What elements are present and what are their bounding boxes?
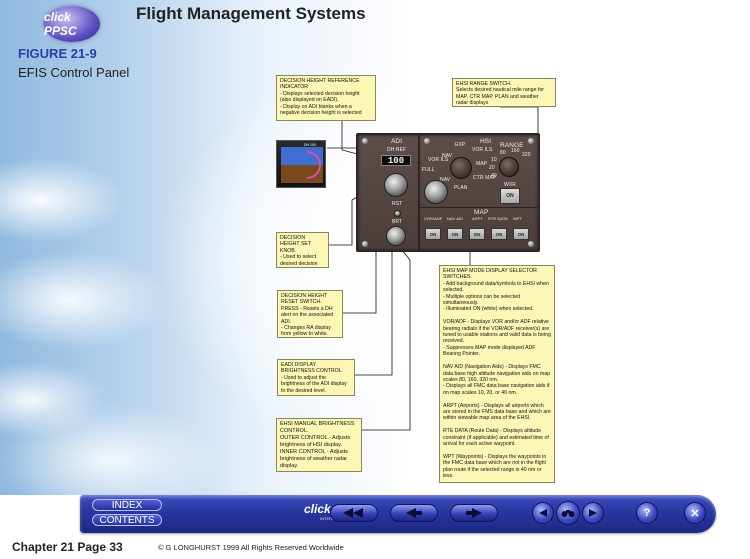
mode-label-plan: PLAN (454, 185, 468, 191)
callout-ehsi-brightness: EHSI MANUAL BRIGHTNESS CONTROL. OUTER CO… (276, 418, 362, 472)
dh-set-knob[interactable] (384, 173, 408, 197)
hsi-mode-selector-knob[interactable] (450, 157, 472, 179)
range-label-320: 320 (522, 152, 531, 158)
screw-icon (362, 241, 368, 247)
right-arrow-icon (466, 508, 482, 518)
chapter-page: Chapter 21 Page 33 (12, 540, 123, 554)
next-small-button[interactable] (582, 502, 604, 524)
triangle-right-icon (589, 509, 597, 517)
range-label-80: 80 (500, 150, 506, 156)
map-arpt-button[interactable]: ON (469, 228, 485, 240)
callout-ehsi-range: EHSI RANGE SWITCH. Selects desired nauti… (452, 78, 556, 107)
copyright: © G LONGHURST 1999 All Rights Reserved W… (158, 543, 344, 552)
range-label-10: 10 (491, 157, 497, 163)
map-nav-aid-button[interactable]: ON (447, 228, 463, 240)
index-button[interactable]: INDEX (92, 499, 162, 511)
adi-label: ADI (391, 138, 403, 145)
triangle-left-icon (539, 509, 547, 517)
help-button[interactable]: ? (636, 502, 658, 524)
callout-dh-reference: DECISION HEIGHT REFERENCE INDICATOR - Di… (276, 75, 376, 121)
panel-divider (418, 135, 420, 250)
navigation-bar: INDEX CONTENTS click PPSC INTERACTIVE LE… (80, 495, 716, 533)
map-btn-label-arpt: ARPT (472, 216, 484, 221)
click-ppsc-logo: click PPSC (44, 6, 100, 42)
screw-icon (528, 138, 534, 144)
efis-control-panel: ADI DH REF 100 RST BRT HSI EXP VOR ILS N… (356, 133, 540, 252)
dh-ref-label: DH REF (387, 147, 407, 153)
mode-label-map: MAP (476, 161, 488, 167)
forward-button[interactable] (450, 504, 498, 522)
close-button[interactable]: ✕ (684, 502, 706, 524)
callout-eadi-brightness: EADI DISPLAY BRIGHTNESS CONTROL. - Used … (277, 359, 355, 396)
range-label-40: 40 (491, 173, 497, 179)
dh-reset-button[interactable] (394, 210, 401, 217)
hsi-label: HSI (480, 138, 492, 145)
dh-reference-display: 100 (381, 155, 411, 166)
screw-icon (528, 241, 534, 247)
brt-label: BRT (392, 219, 403, 225)
page-title: Flight Management Systems (136, 4, 366, 23)
screw-icon (362, 138, 368, 144)
figure-number: FIGURE 21-9 (18, 46, 97, 61)
screw-icon (424, 138, 430, 144)
range-label-20: 20 (489, 165, 495, 171)
back-button[interactable] (390, 504, 438, 522)
range-label-160: 160 (511, 148, 520, 154)
help-icon: ? (643, 507, 651, 519)
panel-divider-map (420, 207, 538, 208)
double-left-arrow-icon (343, 508, 363, 518)
search-button[interactable] (556, 501, 580, 525)
rewind-button[interactable] (330, 504, 378, 522)
ehsi-brightness-knob[interactable] (424, 180, 448, 204)
wxr-on-button[interactable]: ON (500, 188, 520, 204)
mode-label-exp: EXP (455, 142, 466, 148)
map-rte-data-button[interactable]: ON (491, 228, 507, 240)
map-btn-label-nav-aid: NAV AID (447, 216, 464, 221)
map-btn-label-rte-data: RTE DATA (488, 216, 508, 221)
adi-thumbnail: DH 100 (276, 140, 326, 188)
close-icon: ✕ (690, 507, 700, 520)
mode-label-vor-ils-full: VOR ILS (428, 157, 449, 163)
mode-label-vor-ils: VOR ILS (472, 147, 493, 153)
eadi-brightness-knob[interactable] (386, 226, 406, 246)
previous-small-button[interactable] (532, 502, 554, 524)
adi-dh-text: DH 100 (304, 143, 316, 147)
binoculars-icon (561, 510, 575, 517)
callout-dh-set-knob: DECISION HEIGHT SET KNOB. - Used to sele… (276, 232, 329, 268)
map-vor-adf-button[interactable]: ON (425, 228, 441, 240)
footer: Chapter 21 Page 33 © G LONGHURST 1999 Al… (0, 537, 750, 559)
figure-title: EFIS Control Panel (18, 65, 130, 80)
contents-button[interactable]: CONTENTS (92, 514, 162, 526)
map-btn-label-wpt: WPT (513, 216, 523, 221)
map-btn-label-vor-adf: VOR/ADF (424, 216, 443, 221)
callout-ehsi-map-mode: EHSI MAP MODE DISPLAY SELECTOR SWITCHES.… (439, 265, 555, 483)
mode-label-full: FULL (422, 167, 435, 173)
callout-dh-reset-switch: DECISION HEIGHT RESET SWITCH. PRESS - Re… (277, 290, 343, 338)
left-arrow-icon (406, 508, 422, 518)
ehsi-range-knob[interactable] (499, 157, 519, 177)
map-label: MAP (474, 209, 489, 216)
rst-label: RST (392, 201, 403, 207)
map-wpt-button[interactable]: ON (513, 228, 529, 240)
